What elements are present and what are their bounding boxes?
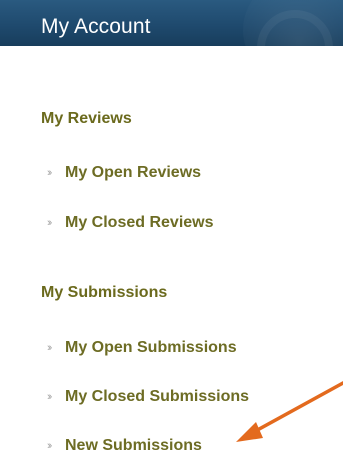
double-arrow-icon: ››: [47, 440, 52, 452]
menu-item-new-submissions[interactable]: ›› New Submissions: [47, 437, 202, 455]
menu-item-my-closed-reviews[interactable]: ›› My Closed Reviews: [47, 214, 214, 232]
menu-item-label: My Open Submissions: [65, 339, 237, 356]
menu-item-label: New Submissions: [65, 437, 202, 454]
menu-item-my-open-submissions[interactable]: ›› My Open Submissions: [47, 339, 237, 357]
section-title-my-reviews: My Reviews: [41, 110, 132, 127]
account-header: My Account: [0, 0, 343, 46]
double-arrow-icon: ››: [47, 342, 52, 354]
menu-item-label: My Closed Submissions: [65, 388, 250, 405]
double-arrow-icon: ››: [47, 391, 52, 403]
menu-item-my-closed-submissions[interactable]: ›› My Closed Submissions: [47, 388, 249, 406]
my-account-panel: My Account My Reviews ›› My Open Reviews…: [0, 0, 343, 456]
menu-item-my-open-reviews[interactable]: ›› My Open Reviews: [47, 164, 201, 182]
menu-item-label: My Closed Reviews: [65, 214, 214, 231]
menu-item-label: My Open Reviews: [65, 164, 202, 181]
double-arrow-icon: ››: [47, 217, 52, 229]
double-arrow-icon: ››: [47, 167, 52, 179]
account-menu: My Reviews ›› My Open Reviews ›› My Clos…: [0, 46, 343, 456]
section-title-my-submissions: My Submissions: [41, 284, 168, 301]
account-header-title: My Account: [41, 15, 151, 38]
